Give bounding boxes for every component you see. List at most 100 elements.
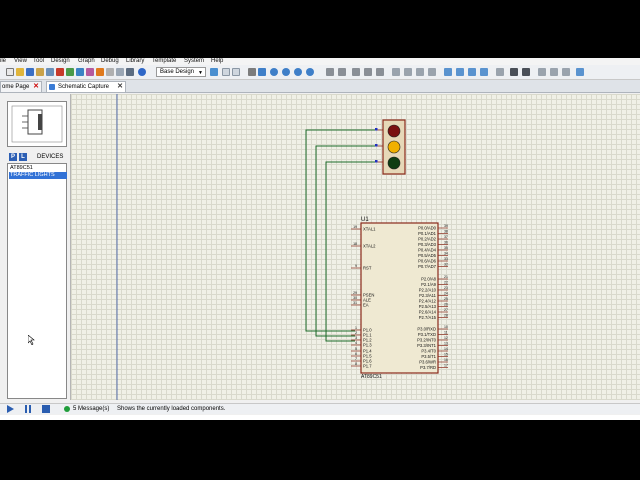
design-explorer-icon[interactable] (126, 68, 134, 76)
save-icon[interactable] (26, 68, 34, 76)
traffic-lights-component[interactable] (375, 119, 406, 175)
redo-icon[interactable] (338, 68, 346, 76)
chip-pin-name: P0.5/AD5 (418, 253, 437, 258)
chip-pin-number: 9 (355, 264, 357, 268)
camera-icon[interactable] (116, 68, 124, 76)
copy-icon[interactable] (364, 68, 372, 76)
make-device-icon[interactable] (456, 68, 464, 76)
device-item-at89c51[interactable]: AT89C51 (9, 165, 67, 172)
chip-pin-number: 10 (444, 325, 448, 329)
help-icon[interactable] (138, 68, 146, 76)
netlist-icon[interactable] (576, 68, 584, 76)
right-pins: 39 P0.0/AD0 38 P0.1/AD1 37 P0.2/AD2 36 P0.3/AD3… (417, 224, 448, 370)
chip-pin-name: P2.7/A15 (419, 315, 437, 320)
play-icon[interactable] (6, 405, 14, 413)
device-item-traffic-lights[interactable]: TRAFFIC LIGHTS (9, 172, 67, 179)
menu-item-design[interactable]: Design (51, 58, 70, 65)
property-assignment-icon[interactable] (522, 68, 530, 76)
cut-icon[interactable] (352, 68, 360, 76)
report-icon[interactable] (106, 68, 114, 76)
new-sheet-icon[interactable] (538, 68, 546, 76)
menu-item-system[interactable]: System (184, 58, 204, 65)
tab-home-page-label: ome Page (2, 84, 30, 90)
menu-item-help[interactable]: Help (211, 58, 223, 65)
stop-icon[interactable] (42, 405, 50, 413)
menu-item-debug[interactable]: Debug (101, 58, 119, 65)
chip-pin-number: 27 (444, 308, 448, 312)
tab-bar: ome Page ✕ Schematic Capture ✕ (0, 80, 640, 93)
open-folder-icon[interactable] (16, 68, 24, 76)
menu-item-view[interactable]: View (14, 58, 27, 65)
messages-count[interactable]: 5 Message(s) (73, 405, 109, 413)
wire-autorouter-icon[interactable] (496, 68, 504, 76)
refresh-icon[interactable] (210, 68, 218, 76)
zoom-in-icon[interactable] (270, 68, 278, 76)
at89c51-chip[interactable]: U1 AT89C51 19 XTAL118 XTAL29 RST29 PSEN30 ALE… (351, 217, 448, 380)
chip-pin-name: P2.5/A13 (419, 304, 437, 309)
pick-device-icon[interactable] (444, 68, 452, 76)
menu-item-tool[interactable]: Tool (33, 58, 44, 65)
chip-pin-number: 21 (444, 275, 448, 279)
tab-home-page[interactable]: ome Page ✕ (0, 81, 42, 92)
gerber-icon[interactable] (66, 68, 74, 76)
block-delete-icon[interactable] (428, 68, 436, 76)
menu-item-graph[interactable]: Graph (78, 58, 95, 65)
new-file-icon[interactable] (6, 68, 14, 76)
main-toolbar: Base Design ▼ (0, 65, 640, 80)
chip-pin-number: 36 (444, 241, 448, 245)
bom-icon[interactable] (76, 68, 84, 76)
search-tag-icon[interactable] (510, 68, 518, 76)
remove-sheet-icon[interactable] (550, 68, 558, 76)
chip-pin-number: 18 (353, 242, 357, 246)
chip-pin-number: 23 (444, 286, 448, 290)
paste-icon[interactable] (376, 68, 384, 76)
close-icon[interactable]: ✕ (33, 83, 39, 91)
undo-icon[interactable] (326, 68, 334, 76)
chip-pin-name: P3.2/INT0 (417, 338, 437, 343)
tab-schematic-capture[interactable]: Schematic Capture ✕ (46, 81, 126, 92)
source-code-icon[interactable] (86, 68, 94, 76)
home-icon[interactable] (36, 68, 44, 76)
zoom-out-icon[interactable] (282, 68, 290, 76)
chip-pin-number: 16 (444, 358, 448, 362)
chip-pin-name: P0.2/AD2 (418, 237, 437, 242)
zoom-all-icon[interactable] (294, 68, 302, 76)
origin-icon[interactable] (232, 68, 240, 76)
zoom-area-icon[interactable] (306, 68, 314, 76)
close-icon[interactable]: ✕ (117, 83, 123, 91)
chip-pin-name: P2.4/A12 (419, 299, 437, 304)
chip-pin-number: 2 (355, 331, 357, 335)
menu-item-template[interactable]: Template (152, 58, 176, 65)
mouse-cursor-icon (28, 335, 35, 345)
schematic-canvas[interactable]: U1 AT89C51 19 XTAL1 18 XTAL2 9 RST 29 PSEN 30 ALE… (71, 94, 640, 400)
messages-status-icon[interactable] (64, 406, 70, 412)
chip-pin-number: 17 (444, 364, 448, 368)
chip-pin-number: 31 (353, 301, 357, 305)
overview-window[interactable] (7, 101, 67, 147)
menu-item-library[interactable]: Library (126, 58, 144, 65)
pcb-icon[interactable] (56, 68, 64, 76)
design-variant-select[interactable]: Base Design ▼ (156, 67, 206, 77)
schematic-icon[interactable] (46, 68, 54, 76)
menu-item-file[interactable]: ile (0, 58, 6, 65)
exit-to-parent-icon[interactable] (562, 68, 570, 76)
pick-devices-button[interactable]: P (9, 153, 17, 161)
grid-icon[interactable] (222, 68, 230, 76)
move-icon[interactable] (258, 68, 266, 76)
chip-pin-number: 39 (444, 224, 448, 228)
proteus-window: ile View Tool Design Graph Debug Library… (0, 58, 640, 420)
block-copy-icon[interactable] (392, 68, 400, 76)
block-rotate-icon[interactable] (416, 68, 424, 76)
packaging-tool-icon[interactable] (468, 68, 476, 76)
pan-icon[interactable] (248, 68, 256, 76)
device-list[interactable]: AT89C51 TRAFFIC LIGHTS (7, 163, 67, 399)
chip-pin-number: 12 (444, 336, 448, 340)
library-manager-button[interactable]: L (19, 153, 27, 161)
chip-pin-number: 5 (355, 347, 357, 351)
library-icon[interactable] (96, 68, 104, 76)
chevron-down-icon: ▼ (198, 70, 203, 76)
decompose-icon[interactable] (480, 68, 488, 76)
chip-pin-name: P3.1/TXD (418, 332, 436, 337)
pause-icon[interactable] (24, 405, 32, 413)
block-move-icon[interactable] (404, 68, 412, 76)
